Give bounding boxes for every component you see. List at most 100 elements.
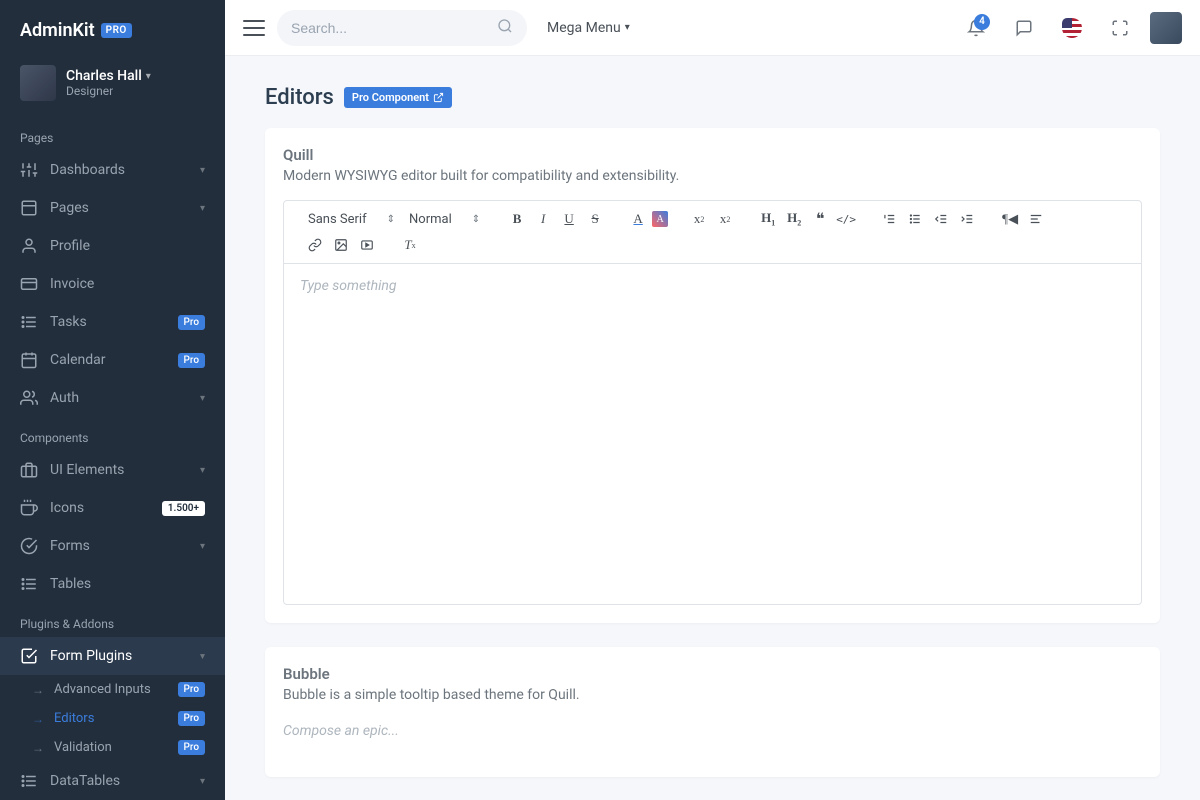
code-block-button[interactable]: </>: [834, 207, 858, 231]
flag-us-icon: [1062, 18, 1082, 38]
fullscreen-button[interactable]: [1102, 10, 1138, 46]
nav-icons[interactable]: Icons 1.500+: [0, 489, 225, 527]
nav-forms[interactable]: Forms ▾: [0, 527, 225, 565]
pro-component-badge[interactable]: Pro Component: [344, 87, 452, 108]
nav-calendar[interactable]: Calendar Pro: [0, 341, 225, 379]
nav-pages[interactable]: Pages ▾: [0, 189, 225, 227]
quill-placeholder: Type something: [300, 278, 397, 294]
chevron-down-icon: ▾: [200, 203, 205, 214]
nav-invoice[interactable]: Invoice: [0, 265, 225, 303]
quill-title: Quill: [283, 146, 1142, 164]
chevron-down-icon: ▾: [200, 165, 205, 176]
notification-count: 4: [974, 14, 990, 30]
chevron-down-icon: ▾: [200, 393, 205, 404]
arrow-right-icon: →: [32, 741, 44, 755]
user-role: Designer: [66, 84, 151, 98]
chevron-down-icon: ▾: [200, 776, 205, 787]
mega-menu[interactable]: Mega Menu ▾: [547, 20, 630, 36]
bullet-list-button[interactable]: [903, 207, 927, 231]
icons-count-badge: 1.500+: [162, 501, 205, 516]
search-icon[interactable]: [497, 18, 513, 38]
chevron-down-icon: ▾: [200, 541, 205, 552]
search-wrap: [277, 10, 527, 46]
pro-badge: Pro: [178, 711, 205, 726]
underline-button[interactable]: U: [557, 207, 581, 231]
link-button[interactable]: [303, 233, 327, 257]
sub-validation[interactable]: → Validation Pro: [0, 733, 225, 762]
chevron-down-icon: ▾: [200, 465, 205, 476]
message-icon: [1015, 19, 1033, 37]
brand-name: AdminKit: [20, 20, 95, 41]
clear-format-button[interactable]: Tx: [398, 233, 422, 257]
bold-button[interactable]: B: [505, 207, 529, 231]
nav-profile[interactable]: Profile: [0, 227, 225, 265]
nav-tasks[interactable]: Tasks Pro: [0, 303, 225, 341]
messages-button[interactable]: [1006, 10, 1042, 46]
quill-subtitle: Modern WYSIWYG editor built for compatib…: [283, 168, 1142, 184]
nav-auth[interactable]: Auth ▾: [0, 379, 225, 417]
strike-button[interactable]: S: [583, 207, 607, 231]
user-name: Charles Hall ▾: [66, 68, 151, 84]
search-input[interactable]: [291, 20, 497, 36]
briefcase-icon: [20, 461, 38, 479]
sidebar-toggle[interactable]: [243, 20, 265, 36]
align-button[interactable]: [1024, 207, 1048, 231]
h1-button[interactable]: H1: [756, 207, 780, 231]
user-menu[interactable]: [1150, 12, 1182, 44]
nav-header-pages: Pages: [0, 117, 225, 151]
quill-editor: Sans Serif Normal B I U S A A x2: [283, 200, 1142, 605]
superscript-button[interactable]: x2: [713, 207, 737, 231]
image-button[interactable]: [329, 233, 353, 257]
bubble-editor-body[interactable]: Compose an epic...: [283, 719, 1142, 759]
page-head: Editors Pro Component: [265, 85, 1160, 110]
sidebar-user[interactable]: Charles Hall ▾ Designer: [0, 55, 225, 117]
chevron-down-icon: ▾: [146, 71, 151, 82]
coffee-icon: [20, 499, 38, 517]
nav-header-plugins: Plugins & Addons: [0, 603, 225, 637]
text-color-button[interactable]: A: [626, 207, 650, 231]
quill-card: Quill Modern WYSIWYG editor built for co…: [265, 128, 1160, 623]
pro-badge: Pro: [178, 315, 205, 330]
bg-color-button[interactable]: A: [652, 211, 668, 227]
language-button[interactable]: [1054, 10, 1090, 46]
quill-toolbar: Sans Serif Normal B I U S A A x2: [284, 201, 1141, 264]
sub-advanced-inputs[interactable]: → Advanced Inputs Pro: [0, 675, 225, 704]
external-link-icon: [433, 92, 444, 103]
arrow-right-icon: →: [32, 712, 44, 726]
topbar: Mega Menu ▾ 4: [225, 0, 1200, 55]
list-icon: [20, 313, 38, 331]
brand[interactable]: AdminKit PRO: [0, 0, 225, 55]
outdent-button[interactable]: [929, 207, 953, 231]
quill-editor-body[interactable]: Type something: [284, 264, 1141, 604]
notifications-button[interactable]: 4: [958, 10, 994, 46]
h2-button[interactable]: H2: [782, 207, 806, 231]
bubble-card: Bubble Bubble is a simple tooltip based …: [265, 647, 1160, 777]
bubble-title: Bubble: [283, 665, 1142, 683]
sub-editors[interactable]: → Editors Pro: [0, 704, 225, 733]
subscript-button[interactable]: x2: [687, 207, 711, 231]
sliders-icon: [20, 161, 38, 179]
heading-select[interactable]: Normal: [403, 208, 486, 231]
nav-header-components: Components: [0, 417, 225, 451]
users-icon: [20, 389, 38, 407]
user-avatar: [20, 65, 56, 101]
content: Editors Pro Component Quill Modern WYSIW…: [225, 55, 1200, 800]
nav-ui-elements[interactable]: UI Elements ▾: [0, 451, 225, 489]
ordered-list-button[interactable]: [877, 207, 901, 231]
video-button[interactable]: [355, 233, 379, 257]
blockquote-button[interactable]: ❝: [808, 207, 832, 231]
list-icon: [20, 772, 38, 790]
check-square-icon: [20, 647, 38, 665]
check-circle-icon: [20, 537, 38, 555]
pro-badge: Pro: [178, 353, 205, 368]
direction-button[interactable]: ¶◀: [998, 207, 1022, 231]
italic-button[interactable]: I: [531, 207, 555, 231]
nav-tables[interactable]: Tables: [0, 565, 225, 603]
font-select[interactable]: Sans Serif: [302, 208, 401, 231]
maximize-icon: [1111, 19, 1129, 37]
chevron-up-icon: ▴: [200, 651, 205, 662]
nav-form-plugins[interactable]: Form Plugins ▴: [0, 637, 225, 675]
nav-dashboards[interactable]: Dashboards ▾: [0, 151, 225, 189]
nav-datatables[interactable]: DataTables ▾: [0, 762, 225, 800]
indent-button[interactable]: [955, 207, 979, 231]
